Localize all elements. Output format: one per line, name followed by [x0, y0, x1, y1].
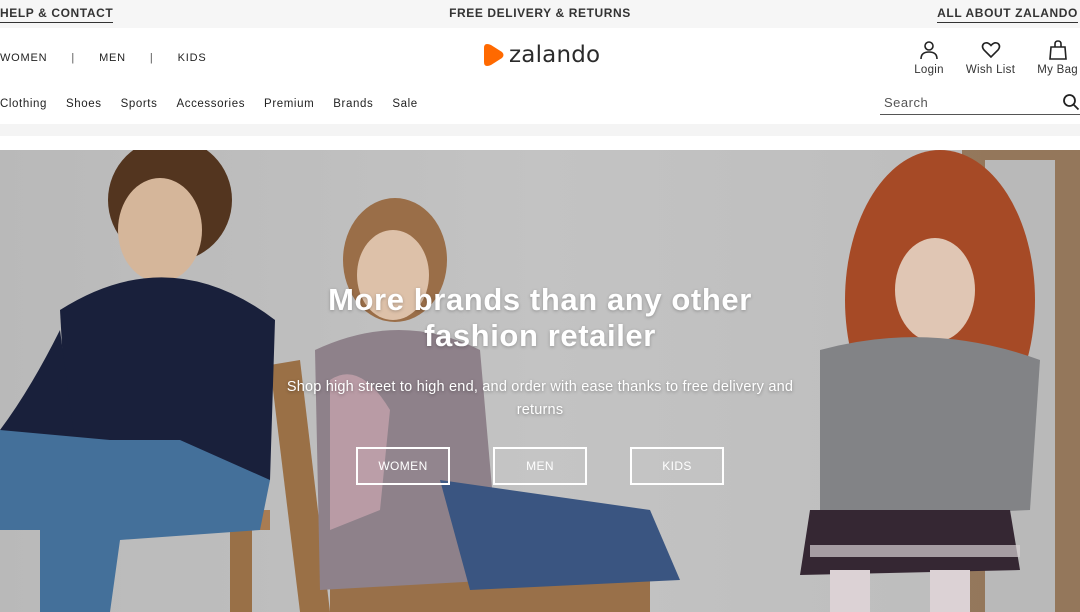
- category-brands[interactable]: Brands: [333, 98, 373, 110]
- hero-subtitle: Shop high street to high end, and order …: [286, 379, 794, 418]
- logo-wordmark: zalando: [509, 42, 601, 68]
- category-sports[interactable]: Sports: [121, 98, 158, 110]
- nav-separator: |: [71, 52, 76, 64]
- category-clothing[interactable]: Clothing: [0, 98, 47, 110]
- hero-title: More brands than any other fashion retai…: [0, 282, 1080, 354]
- wishlist-label: Wish List: [965, 64, 1016, 76]
- gender-nav-women[interactable]: WOMEN: [0, 52, 47, 64]
- cta-women-button[interactable]: WOMEN: [356, 447, 450, 485]
- hero-banner: More brands than any other fashion retai…: [0, 150, 1080, 612]
- user-icon: [920, 41, 938, 60]
- category-nav: Clothing Shoes Sports Accessories Premiu…: [0, 98, 437, 110]
- hero-title-line: More brands than any other: [328, 282, 752, 317]
- hero-text-block: More brands than any other fashion retai…: [0, 282, 1080, 422]
- category-premium[interactable]: Premium: [264, 98, 314, 110]
- gender-nav-kids[interactable]: KIDS: [178, 52, 207, 64]
- search-input[interactable]: [884, 95, 1054, 110]
- category-shoes[interactable]: Shoes: [66, 98, 102, 110]
- cta-men-button[interactable]: MEN: [493, 447, 587, 485]
- header-divider: [0, 124, 1080, 136]
- account-actions: Login Wish List My Bag: [892, 40, 1078, 76]
- about-zalando-link[interactable]: ALL ABOUT ZALANDO: [937, 6, 1078, 23]
- gender-nav-men[interactable]: MEN: [99, 52, 126, 64]
- cta-kids-button[interactable]: KIDS: [630, 447, 724, 485]
- gender-nav: WOMEN | MEN | KIDS: [0, 52, 206, 64]
- category-accessories[interactable]: Accessories: [176, 98, 245, 110]
- zalando-play-icon: [484, 44, 504, 66]
- search-icon[interactable]: [1062, 93, 1080, 111]
- login-label: Login: [914, 64, 944, 76]
- category-sale[interactable]: Sale: [392, 98, 417, 110]
- hero-cta-group: WOMEN MEN KIDS: [356, 447, 767, 485]
- zalando-logo[interactable]: zalando: [483, 42, 600, 68]
- free-delivery-banner: FREE DELIVERY & RETURNS: [449, 6, 631, 20]
- bag-button[interactable]: My Bag: [1037, 40, 1078, 76]
- search-bar: [880, 92, 1080, 115]
- bag-label: My Bag: [1037, 64, 1078, 76]
- login-button[interactable]: Login: [914, 40, 944, 76]
- wishlist-button[interactable]: Wish List: [966, 40, 1015, 76]
- hero-title-line: fashion retailer: [424, 318, 656, 353]
- heart-icon: [981, 42, 1000, 59]
- shopping-bag-icon: [1048, 40, 1067, 60]
- nav-separator: |: [149, 52, 154, 64]
- site-header: WOMEN | MEN | KIDS zalando Login Wish Li…: [0, 28, 1080, 128]
- utility-bar: HELP & CONTACT FREE DELIVERY & RETURNS A…: [0, 0, 1080, 28]
